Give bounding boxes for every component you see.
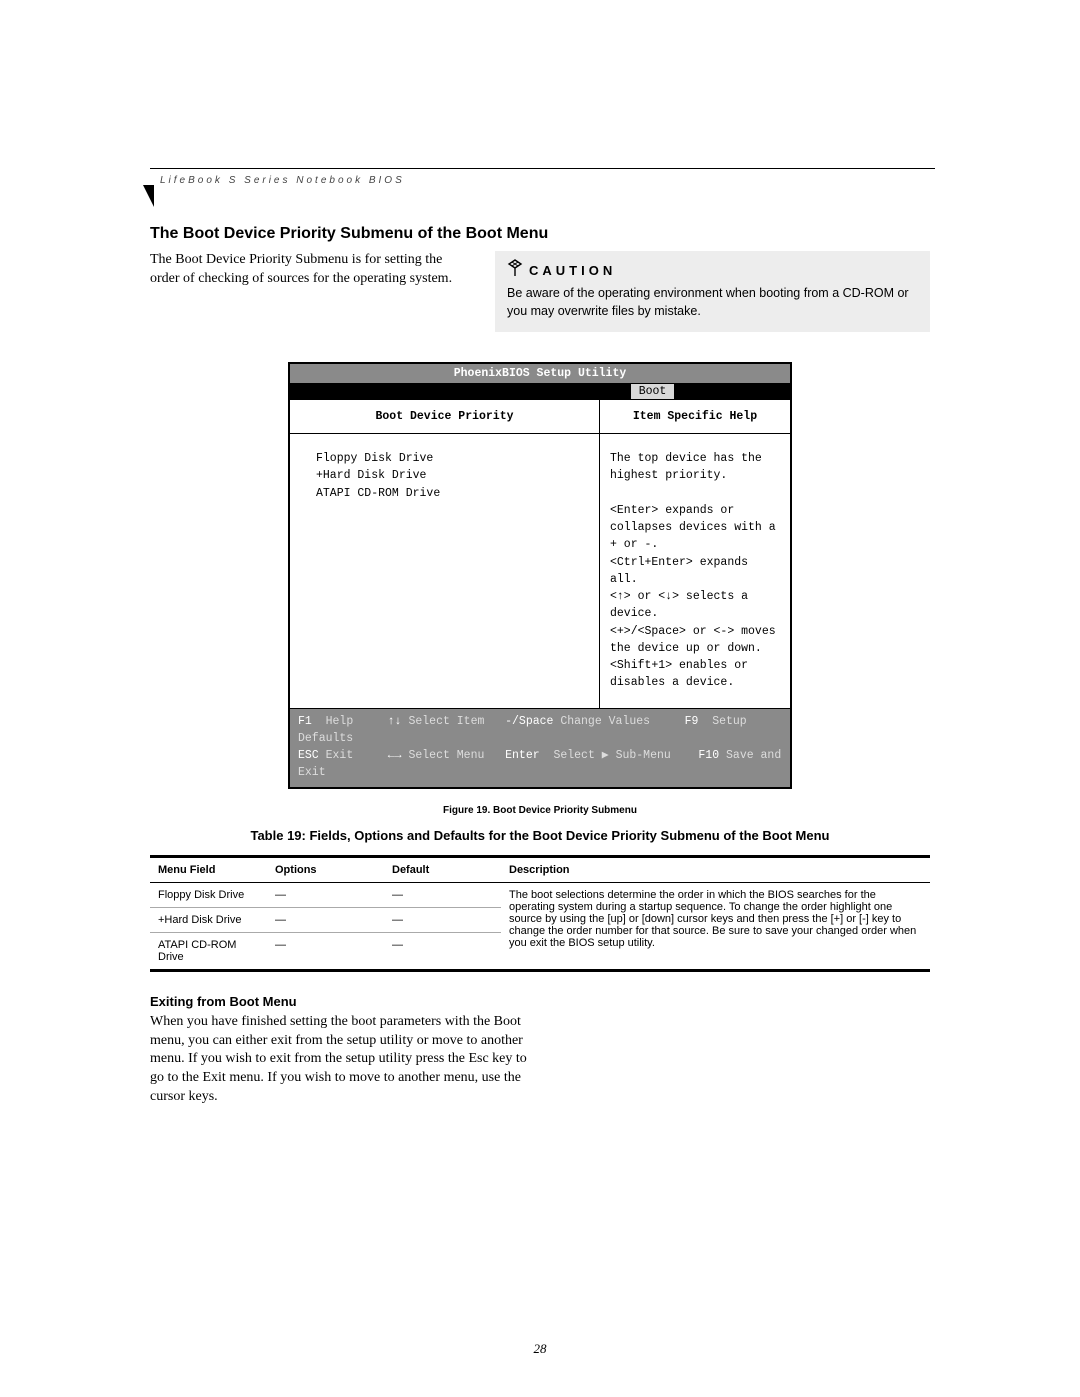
table-row: Floppy Disk Drive — — The boot selection…	[150, 882, 930, 907]
bios-device-item: +Hard Disk Drive	[316, 467, 589, 484]
section-title: The Boot Device Priority Submenu of the …	[150, 225, 930, 243]
subsection-body: When you have finished setting the boot …	[150, 1013, 540, 1107]
bios-left-header: Boot Device Priority	[290, 400, 599, 434]
key-enter: Enter	[505, 749, 540, 762]
bios-right-header: Item Specific Help	[600, 400, 790, 434]
bios-footer: F1 Help ↑↓ Select Item -/Space Change Va…	[290, 709, 790, 787]
key-arrows-ud: ↑↓	[388, 715, 402, 728]
table-header-row: Menu Field Options Default Description	[150, 856, 930, 882]
key-f1-label: Help	[326, 715, 354, 728]
th-default: Default	[384, 856, 501, 882]
caution-body: Be aware of the operating environment wh…	[507, 285, 918, 320]
running-header: LifeBook S Series Notebook BIOS	[160, 175, 405, 186]
bios-right-column: Item Specific Help The top device has th…	[600, 400, 790, 708]
bios-title: PhoenixBIOS Setup Utility	[290, 364, 790, 384]
th-description: Description	[501, 856, 930, 882]
key-arrows-ud-label: Select Item	[408, 715, 484, 728]
key-enter-label: Select ▶ Sub-Menu	[553, 749, 670, 762]
tab-marker-icon	[143, 185, 154, 207]
bios-tab-boot: Boot	[631, 384, 675, 399]
caution-icon	[507, 259, 523, 282]
fields-table: Menu Field Options Default Description F…	[150, 855, 930, 972]
intro-paragraph: The Boot Device Priority Submenu is for …	[150, 251, 470, 289]
cell-default: —	[384, 907, 501, 932]
cell-menu-field: +Hard Disk Drive	[150, 907, 267, 932]
bios-device-list: Floppy Disk Drive +Hard Disk Drive ATAPI…	[290, 434, 599, 701]
bios-device-item: Floppy Disk Drive	[316, 450, 589, 467]
intro-row: The Boot Device Priority Submenu is for …	[150, 251, 930, 332]
bios-device-item: ATAPI CD-ROM Drive	[316, 485, 589, 502]
key-f9: F9	[685, 715, 699, 728]
document-page: LifeBook S Series Notebook BIOS The Boot…	[0, 0, 1080, 1397]
caution-heading: CAUTION	[507, 259, 918, 282]
bios-body: Boot Device Priority Floppy Disk Drive +…	[290, 399, 790, 709]
bios-help-text: The top device has the highest priority.…	[600, 434, 790, 708]
th-menu-field: Menu Field	[150, 856, 267, 882]
table-caption: Table 19: Fields, Options and Defaults f…	[150, 828, 930, 843]
caution-box: CAUTION Be aware of the operating enviro…	[495, 251, 930, 332]
key-f10: F10	[698, 749, 719, 762]
figure-caption: Figure 19. Boot Device Priority Submenu	[150, 805, 930, 816]
key-f1: F1	[298, 715, 312, 728]
cell-menu-field: Floppy Disk Drive	[150, 882, 267, 907]
cell-options: —	[267, 907, 384, 932]
bios-left-column: Boot Device Priority Floppy Disk Drive +…	[290, 400, 600, 708]
bios-panel: PhoenixBIOS Setup Utility Boot Boot Devi…	[288, 362, 792, 789]
key-minus-space: -/Space	[505, 715, 553, 728]
caution-label: CAUTION	[529, 262, 616, 280]
cell-options: —	[267, 932, 384, 970]
key-esc-label: Exit	[326, 749, 354, 762]
cell-menu-field: ATAPI CD-ROM Drive	[150, 932, 267, 970]
key-arrows-lr: ←→	[388, 749, 402, 762]
cell-options: —	[267, 882, 384, 907]
cell-description: The boot selections determine the order …	[501, 882, 930, 970]
bios-menubar: Boot	[290, 384, 790, 399]
subsection-title: Exiting from Boot Menu	[150, 994, 930, 1009]
key-arrows-lr-label: Select Menu	[408, 749, 484, 762]
th-options: Options	[267, 856, 384, 882]
key-esc: ESC	[298, 749, 319, 762]
page-number: 28	[0, 1341, 1080, 1357]
cell-default: —	[384, 882, 501, 907]
cell-default: —	[384, 932, 501, 970]
header-rule	[150, 168, 935, 169]
key-minus-space-label: Change Values	[560, 715, 650, 728]
